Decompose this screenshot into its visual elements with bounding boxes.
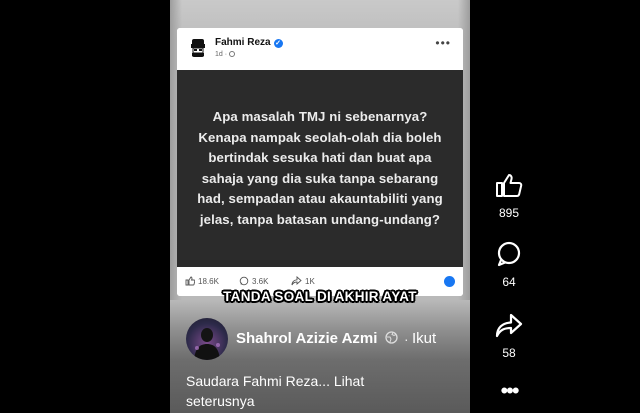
post-time-text: 1d ·: [215, 51, 228, 58]
post-body: Apa masalah TMJ ni sebenarnya? Kenapa na…: [177, 70, 463, 267]
creator-avatar[interactable]: [186, 318, 228, 360]
more-options-icon: •••: [435, 36, 451, 50]
comment-icon: [239, 276, 249, 286]
like-count: 895: [498, 206, 520, 220]
post-share-count-text: 1K: [305, 277, 315, 286]
poster-name: Fahmi Reza ✓: [215, 37, 283, 48]
creator-separator: ·: [404, 331, 409, 347]
post-comment-count-text: 3.6K: [252, 277, 269, 286]
verified-icon: ✓: [273, 39, 283, 48]
public-globe-icon: [384, 331, 398, 344]
creator-description[interactable]: Saudara Fahmi Reza... Lihat seterusnya: [186, 371, 416, 411]
post-like-count: 18.6K: [185, 276, 219, 286]
share-count: 58: [502, 346, 516, 360]
follow-button[interactable]: Ikut: [412, 330, 436, 347]
creator-name-text: Shahrol Azizie Azmi: [236, 330, 378, 347]
post-like-count-text: 18.6K: [198, 277, 219, 286]
like-icon: [496, 174, 523, 197]
post-text: Apa masalah TMJ ni sebenarnya? Kenapa na…: [197, 109, 443, 227]
post-comment-count: 3.6K: [239, 276, 268, 286]
post-header: Fahmi Reza ✓ 1d · •••: [177, 28, 463, 70]
facebook-post-screenshot: Fahmi Reza ✓ 1d · ••• Apa masalah TMJ ni …: [177, 28, 463, 296]
post-time: 1d ·: [215, 51, 236, 58]
video-caption: TANDA SOAL DI AKHIR AYAT: [223, 289, 417, 304]
globe-icon: [229, 51, 236, 57]
more-actions-icon[interactable]: •••: [485, 380, 533, 402]
like-reaction-badge-icon: [444, 276, 455, 287]
creator-name[interactable]: Shahrol Azizie Azmi: [236, 330, 398, 347]
comment-action-button[interactable]: 64: [485, 241, 533, 289]
comment-bubble-icon: [497, 241, 521, 267]
poster-avatar: [187, 36, 209, 58]
comment-count: 64: [502, 275, 516, 289]
thumbs-up-icon: [185, 276, 196, 286]
creator-row: Shahrol Azizie Azmi · Ikut: [186, 318, 466, 362]
share-arrow-icon: [495, 313, 523, 338]
share-icon: [291, 276, 302, 286]
share-action-button[interactable]: 58: [485, 312, 533, 360]
reel-viewer: Fahmi Reza ✓ 1d · ••• Apa masalah TMJ ni …: [0, 0, 640, 413]
poster-name-text: Fahmi Reza: [215, 37, 271, 48]
like-action-button[interactable]: 895: [485, 172, 533, 220]
post-share-count: 1K: [291, 276, 315, 286]
